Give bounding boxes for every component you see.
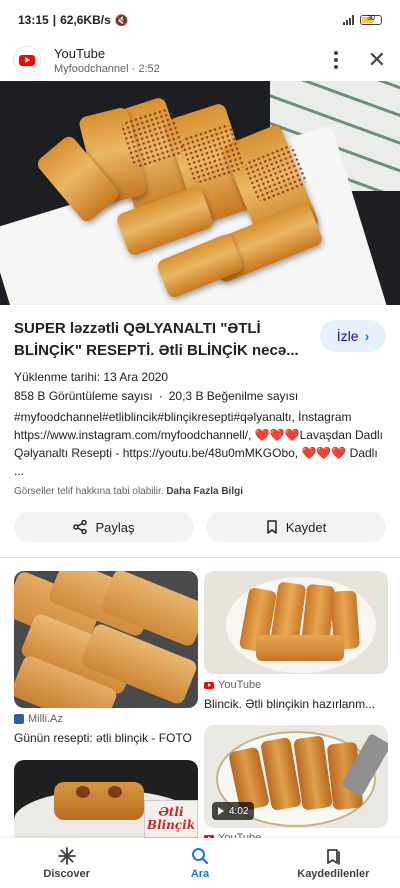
status-separator: | (52, 13, 57, 27)
status-bar: 13:15 | 62,6KB/s 🔇 30 (0, 0, 400, 40)
mute-icon: 🔇 (114, 14, 129, 27)
learn-more-link[interactable]: Daha Fazla Bilgi (166, 486, 243, 497)
share-label: Paylaş (95, 519, 135, 535)
title-row: SUPER ləzzətli QƏLYANALTI "ƏTLİ BLİNÇİK"… (14, 318, 386, 362)
related-title-1[interactable]: Günün resepti: ətli blinçik - FOTO (14, 731, 198, 745)
video-duration-badge: 4:02 (212, 802, 255, 820)
milli-az-favicon-icon (14, 714, 24, 724)
stats-row: 858 B Görüntüleme sayısı · 20,3 B Beğeni… (14, 389, 386, 403)
asterisk-icon (57, 846, 76, 865)
youtube-favicon-icon (204, 681, 214, 689)
bottom-navigation: Discover Ara Kaydedilenler (0, 838, 400, 888)
signal-icon (343, 15, 354, 25)
battery-icon: 30 (360, 15, 382, 25)
related-thumbnail-1[interactable] (14, 571, 198, 708)
battery-level: 30 (367, 15, 375, 22)
hearts-emoji: ❤️❤️❤️ (254, 428, 300, 442)
nav-search[interactable]: Ara (133, 838, 266, 888)
view-count: 858 B Görüntüleme sayısı (14, 389, 153, 403)
related-thumbnail-3[interactable]: Ətli Blinçik (14, 760, 198, 838)
chevron-right-icon: › (364, 328, 370, 344)
related-source-2: YouTube (204, 679, 261, 691)
like-count: 20,3 B Beğenilme sayısı (168, 389, 299, 403)
save-button[interactable]: Kaydet (206, 512, 386, 542)
related-source-1: Milli.Az (14, 713, 63, 725)
thumbnail-overlay-text: Ətli Blinçik (144, 800, 198, 838)
copyright-text: Görseller telif hakkına tabi olabilir. (14, 486, 164, 497)
close-icon[interactable]: ✕ (368, 49, 386, 71)
source-name: YouTube (54, 45, 106, 61)
related-title-2[interactable]: Blincik. Ətli blinçikin hazırlanm... (204, 697, 388, 711)
action-buttons: Paylaş Kaydet (14, 512, 386, 542)
save-label: Kaydet (285, 519, 327, 535)
nav-discover[interactable]: Discover (0, 838, 133, 888)
nav-discover-label: Discover (43, 867, 90, 880)
status-right: 30 (343, 15, 382, 25)
hearts-emoji: ❤️❤️❤️ (301, 446, 347, 460)
share-icon (73, 520, 88, 534)
source-header: YouTube Myfoodchannel · 2:52 ✕ (0, 40, 400, 80)
source-info[interactable]: YouTube Myfoodchannel · 2:52 (54, 46, 160, 75)
copyright-notice: Görseller telif hakkına tabi olabilir. D… (14, 486, 386, 497)
status-left: 13:15 | 62,6KB/s 🔇 (18, 13, 128, 27)
bookmark-icon (267, 520, 277, 534)
network-speed: 62,6KB/s (60, 13, 111, 27)
collections-icon (327, 848, 341, 865)
share-button[interactable]: Paylaş (14, 512, 194, 542)
youtube-logo-icon (14, 47, 40, 73)
play-icon (218, 807, 224, 815)
visit-label: İzle (336, 328, 359, 344)
hero-image[interactable] (0, 81, 400, 305)
visit-button[interactable]: İzle › (320, 320, 386, 352)
related-thumbnail-4[interactable]: 4:02 (204, 725, 388, 828)
search-icon (191, 847, 209, 864)
related-source-name: Milli.Az (28, 713, 63, 725)
nav-saved[interactable]: Kaydedilenler (267, 838, 400, 888)
page-title[interactable]: SUPER ləzzətli QƏLYANALTI "ƏTLİ BLİNÇİK"… (14, 318, 304, 362)
related-source-name: YouTube (218, 679, 262, 691)
nav-saved-label: Kaydedilenler (297, 867, 370, 880)
video-duration: 4:02 (229, 805, 249, 817)
description: #myfoodchannel#etliblincik#blinçikresept… (14, 408, 386, 480)
upload-date: Yüklenme tarihi: 13 Ara 2020 (14, 370, 169, 384)
related-thumbnail-2[interactable] (204, 571, 388, 674)
divider (0, 557, 400, 558)
more-options-icon[interactable] (333, 51, 338, 69)
stats-separator: · (158, 389, 163, 403)
status-time: 13:15 (18, 13, 49, 27)
nav-search-label: Ara (190, 867, 210, 880)
source-subtitle: Myfoodchannel · 2:52 (54, 62, 160, 75)
